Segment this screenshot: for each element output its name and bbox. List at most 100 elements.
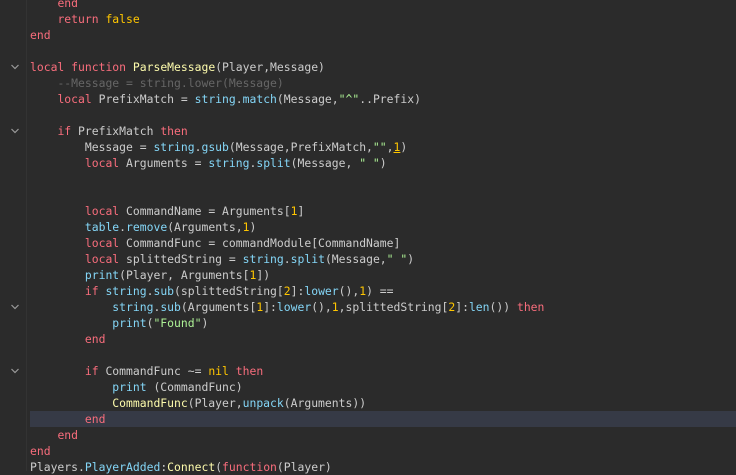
code-line[interactable]: print(Player, Arguments[1]) xyxy=(30,267,736,283)
code-token: string xyxy=(242,252,284,266)
code-token: nil xyxy=(208,364,229,378)
code-token: ) xyxy=(201,316,209,330)
code-token: ]: xyxy=(263,300,277,314)
code-line[interactable]: if CommandFunc ~= nil then xyxy=(30,363,736,379)
code-token: , xyxy=(386,140,394,154)
code-token: then xyxy=(160,124,188,138)
code-line[interactable]: --Message = string.lower(Message) xyxy=(30,75,736,91)
code-token: ]: xyxy=(290,284,305,298)
code-line[interactable]: end xyxy=(30,331,736,347)
code-token: "" xyxy=(372,140,387,154)
code-token: PlayerAdded xyxy=(84,460,161,474)
code-token: string xyxy=(208,156,250,170)
code-token: print xyxy=(112,316,147,330)
code-token: (CommandFunc) xyxy=(146,380,243,394)
chevron-down-icon[interactable] xyxy=(11,64,19,71)
code-token: ) == xyxy=(366,284,394,298)
code-line[interactable]: return false xyxy=(30,11,736,27)
code-token: end xyxy=(84,332,106,346)
code-token: print xyxy=(112,380,147,394)
code-token: ] xyxy=(297,204,305,218)
code-line[interactable] xyxy=(30,187,736,203)
code-token: end xyxy=(57,0,79,10)
code-line[interactable]: local splittedString = string.split(Mess… xyxy=(30,251,736,267)
code-line[interactable]: end xyxy=(30,0,736,11)
current-code-line[interactable]: end xyxy=(30,411,736,427)
code-line[interactable]: local PrefixMatch = string.match(Message… xyxy=(30,91,736,107)
code-token: remove xyxy=(126,220,168,234)
code-line[interactable] xyxy=(30,43,736,59)
code-token: CommandFunc xyxy=(112,396,188,410)
code-token: (Player) xyxy=(276,460,332,474)
code-token: ) xyxy=(379,156,387,170)
code-token: (Message, xyxy=(324,252,387,266)
code-token: " " xyxy=(359,156,380,170)
code-token: ]: xyxy=(455,300,469,314)
code-line[interactable]: local CommandName = Arguments[1] xyxy=(30,203,736,219)
code-line[interactable]: local Arguments = string.split(Message, … xyxy=(30,155,736,171)
code-token: 2 xyxy=(283,284,291,298)
code-token: Arguments = xyxy=(119,156,209,170)
code-token: PrefixMatch xyxy=(71,124,161,138)
code-token: split xyxy=(256,156,291,170)
code-line[interactable]: if PrefixMatch then xyxy=(30,123,736,139)
code-line[interactable]: end xyxy=(30,443,736,459)
code-token: Connect xyxy=(167,460,216,474)
code-token: ) xyxy=(249,220,257,234)
code-token: (), xyxy=(311,300,332,314)
code-area[interactable]: end return false end local function ParseM… xyxy=(30,0,736,474)
code-token: ) xyxy=(407,252,415,266)
code-token: unpack xyxy=(242,396,284,410)
code-line[interactable]: string.sub(Arguments[1]:lower(),1,splitt… xyxy=(30,299,736,315)
code-token: string xyxy=(105,284,147,298)
code-token: Players xyxy=(30,460,79,474)
chevron-down-icon[interactable] xyxy=(11,128,19,135)
code-token: . xyxy=(283,252,291,266)
code-line[interactable]: if string.sub(splittedString[2]:lower(),… xyxy=(30,283,736,299)
code-line[interactable] xyxy=(30,171,736,187)
chevron-down-icon[interactable] xyxy=(11,368,19,375)
code-editor[interactable]: end return false end local function ParseM… xyxy=(0,0,736,474)
code-line[interactable]: Message = string.gsub(Message,PrefixMatc… xyxy=(30,139,736,155)
gutter xyxy=(0,0,27,471)
code-line[interactable]: table.remove(Arguments,1) xyxy=(30,219,736,235)
code-token: "Found" xyxy=(153,316,202,330)
code-token: . xyxy=(235,92,243,106)
code-token: (Player, Arguments[ xyxy=(119,268,250,282)
code-token: CommandName = Arguments[ xyxy=(119,204,291,218)
code-line[interactable]: print (CommandFunc) xyxy=(30,379,736,395)
code-line[interactable]: local function ParseMessage(Player,Messa… xyxy=(30,59,736,75)
code-token: gsub xyxy=(201,140,229,154)
code-line[interactable]: Players.PlayerAdded:Connect(function(Pla… xyxy=(30,459,736,475)
code-token: local xyxy=(84,252,120,266)
code-line[interactable] xyxy=(30,347,736,363)
code-token: len xyxy=(468,300,490,314)
code-line[interactable]: local CommandFunc = commandModule[Comman… xyxy=(30,235,736,251)
code-token: Message = xyxy=(30,140,154,154)
code-line[interactable]: CommandFunc(Player,unpack(Arguments)) xyxy=(30,395,736,411)
code-line[interactable]: print("Found") xyxy=(30,315,736,331)
code-line[interactable]: end xyxy=(30,27,736,43)
code-token: return xyxy=(57,12,99,26)
chevron-down-icon[interactable] xyxy=(11,304,19,311)
code-token: ) xyxy=(400,140,408,154)
code-line[interactable] xyxy=(30,107,736,123)
code-token: CommandFunc = commandModule[CommandName] xyxy=(119,236,401,250)
code-token: " " xyxy=(386,252,408,266)
code-line[interactable]: end xyxy=(30,427,736,443)
code-token: end xyxy=(30,444,51,458)
code-token: if xyxy=(84,284,99,298)
